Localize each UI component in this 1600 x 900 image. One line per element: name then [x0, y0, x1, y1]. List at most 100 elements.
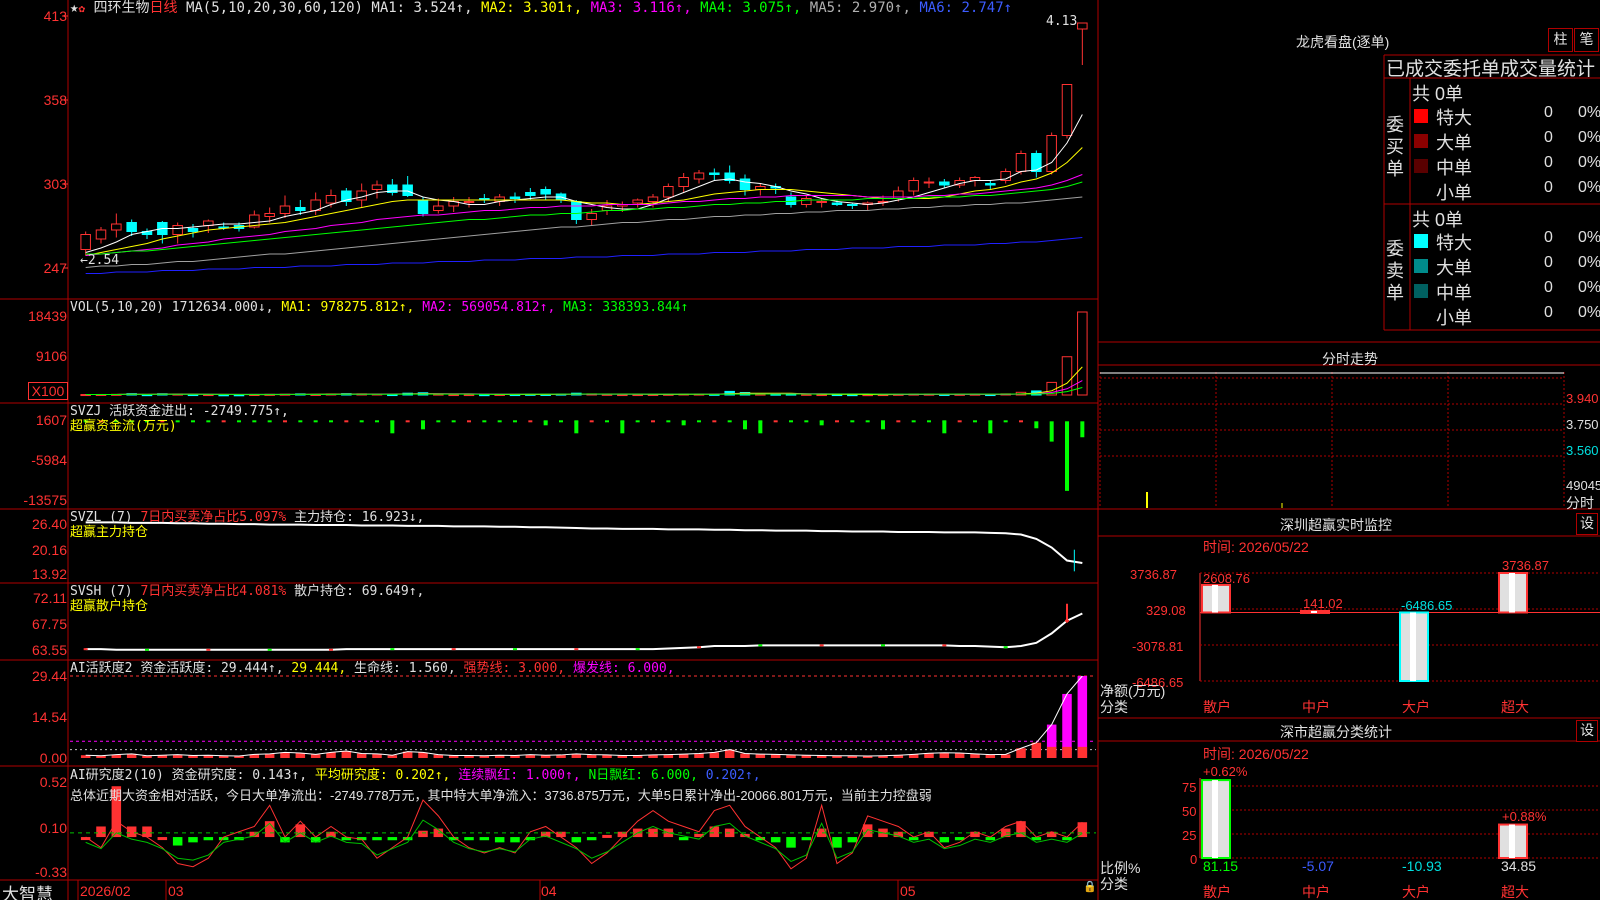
svsh-header: SVSH (7) 7日内买卖净占比4.081% 散户持仓: 69.649↑, [70, 584, 424, 599]
vol-unit-button[interactable]: X100 [28, 382, 68, 400]
svzj-dot [850, 420, 855, 423]
candle-body [417, 199, 429, 214]
candle-body [1061, 84, 1073, 136]
svzj-dot [206, 420, 211, 423]
buy-row-count: 0 [1544, 129, 1553, 146]
sell-row: 大单 0 0% [1412, 254, 1600, 278]
settings-icon[interactable]: ✿ [78, 2, 85, 15]
ai2-bar [157, 837, 168, 841]
monitor-bar-shine [1311, 610, 1317, 613]
buy-orders-label: 委买单 [1386, 115, 1404, 179]
svsh-dot [942, 644, 947, 647]
sell-color-swatch [1414, 259, 1428, 273]
svzj-tick-3: -13575 [23, 492, 67, 508]
candle-body [908, 180, 919, 192]
svzj-bar-small [881, 421, 885, 430]
ma4-value: MA4: 3.075↑, [700, 0, 802, 16]
svzj-bar-small [819, 421, 824, 426]
ai1-tick-2: 14.54 [31, 709, 67, 725]
buy-row-percent: 0% [1578, 179, 1600, 196]
svzj-dot [405, 420, 410, 423]
svzj-bar [1065, 421, 1069, 491]
svzj-dot [359, 420, 364, 423]
ai2-bar [372, 837, 382, 841]
class-xlabel: 分类 [1100, 876, 1128, 892]
ai1-header: AI活跃度2 资金活跃度: 29.444↑, 29.444, 生命线: 1.56… [70, 661, 675, 676]
svzj-dot [666, 420, 671, 423]
candle-body [126, 222, 137, 232]
ai1-bar [310, 754, 321, 758]
svzj-dot [482, 420, 487, 423]
lock-icon[interactable]: 🔒 [1083, 880, 1097, 893]
period-label[interactable]: 日线 [150, 0, 178, 16]
ai1-bar [740, 753, 750, 758]
svzj-dot [237, 420, 241, 423]
svzj-dot [727, 420, 732, 423]
svzj-dot [773, 420, 778, 423]
candle-body [739, 178, 751, 190]
svzj-tick-2: -5984 [31, 452, 67, 468]
ai2-label5: 0.202↑, [705, 768, 761, 783]
dragon-tiger-title: 龙虎看盘(逐单) [1296, 34, 1390, 50]
candle-body [831, 202, 843, 205]
svzj-bar-small [942, 421, 947, 434]
svsh-dot [1003, 646, 1008, 649]
svzj-dot [313, 420, 318, 423]
svzj-dot [973, 420, 977, 423]
brand-label: 大智慧 [2, 885, 53, 900]
monitor-cat-2: 中户 [1302, 699, 1330, 715]
svzl-label2: 主力持仓: 16.923↓, [294, 510, 425, 525]
buy-row-label: 中单 [1436, 158, 1472, 178]
class-settings-button[interactable]: 设 [1576, 720, 1598, 742]
intraday-tick-1: 3.940 [1566, 391, 1599, 406]
vol-tick-2: 9106 [35, 348, 67, 364]
candle-body [509, 196, 521, 199]
intraday-vol: 49045 [1566, 478, 1600, 493]
price-tick-4: 247 [43, 260, 67, 276]
svzl-title: SVZL (7) [70, 510, 133, 525]
price-tick-2: 358 [43, 92, 67, 108]
monitor-settings-button[interactable]: 设 [1576, 513, 1598, 535]
sell-row-percent: 0% [1578, 304, 1600, 321]
ai2-bar [678, 837, 689, 841]
svsh-dot [574, 648, 579, 651]
sell-row: 小单 0 0% [1412, 304, 1600, 328]
svzj-dot [375, 420, 379, 423]
class-tick-1: 75 [1182, 780, 1197, 795]
buy-row-count: 0 [1544, 154, 1553, 171]
svsh-dot [635, 648, 640, 651]
class-value-2: -5.07 [1302, 858, 1334, 874]
candle-body [111, 223, 122, 231]
svsh-line [85, 612, 1083, 651]
svzj-dot [252, 420, 257, 423]
candle-body [663, 186, 674, 198]
svzj-dot [344, 420, 349, 423]
svzj-dot [513, 420, 517, 423]
svsh-label2: 散户持仓: 69.649↑, [294, 584, 425, 599]
monitor-bar-label-3: -6486.65 [1401, 598, 1453, 613]
sell-row-count: 0 [1544, 254, 1553, 271]
svzj-dot [221, 420, 226, 423]
svzj-dot [697, 420, 701, 423]
svzj-dot [559, 420, 563, 423]
column-view-button[interactable]: 柱 [1548, 28, 1573, 52]
svzj-dot [497, 420, 502, 423]
svzj-dot [835, 420, 839, 423]
ai2-bar [387, 837, 398, 841]
buy-row-label: 小单 [1436, 183, 1472, 203]
buy-row-label: 特大 [1436, 108, 1472, 128]
ai1-bar [694, 753, 704, 758]
ai2-bar [464, 837, 474, 841]
tick-view-button[interactable]: 笔 [1574, 28, 1599, 52]
svzj-dot [865, 420, 870, 423]
ai2-bar [709, 826, 720, 838]
sell-row-count: 0 [1544, 229, 1553, 246]
vol-ma-10 [85, 380, 1083, 396]
buy-row: 特大 0 0% [1412, 104, 1600, 128]
candle-body [402, 184, 413, 196]
ai1-label1: 资金活跃度: 29.444↑, [140, 661, 284, 676]
ai1-bar [954, 752, 965, 758]
candle-body [172, 225, 183, 235]
svsh-dot [1065, 619, 1069, 622]
ai2-bar [786, 837, 796, 848]
